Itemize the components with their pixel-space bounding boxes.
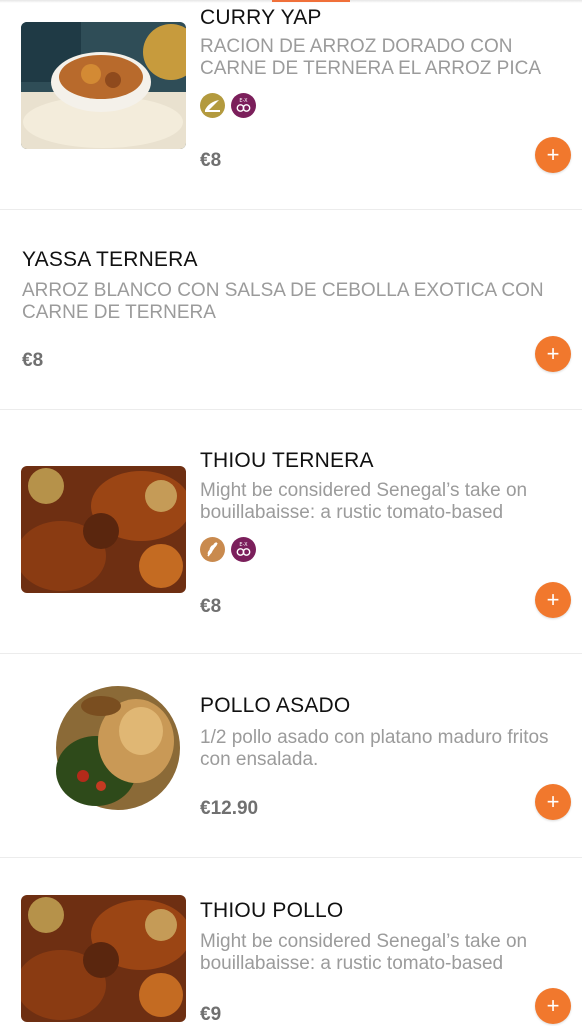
- dish-name: POLLO ASADO: [200, 694, 351, 717]
- add-to-cart-button[interactable]: +: [535, 336, 571, 372]
- dish-price: €9: [200, 1004, 222, 1025]
- menu-item[interactable]: THIOU POLLO Might be considered Senegal’…: [0, 858, 582, 1025]
- plus-icon: +: [546, 341, 560, 366]
- egg-allergen-icon: E-X: [231, 93, 256, 118]
- dish-price: €8: [22, 350, 44, 371]
- plus-icon: +: [546, 993, 560, 1018]
- dish-name: CURRY YAP: [200, 6, 322, 29]
- plus-icon: +: [546, 142, 560, 167]
- dish-image: [21, 466, 186, 593]
- dish-description: 1/2 pollo asado con platano maduro frito…: [200, 727, 549, 770]
- add-to-cart-button[interactable]: +: [535, 784, 571, 820]
- dish-description: Might be considered Senegal’s take on bo…: [200, 931, 528, 974]
- egg-allergen-icon: E-X: [231, 537, 256, 562]
- add-to-cart-button[interactable]: +: [535, 582, 571, 618]
- dish-name: THIOU POLLO: [200, 899, 344, 922]
- dish-price: €12.90: [200, 798, 259, 819]
- menu-item[interactable]: THIOU TERNERA Might be considered Senega…: [0, 410, 582, 653]
- dish-image: [21, 22, 186, 149]
- menu-item[interactable]: CURRY YAP RACION DE ARROZ DORADO CON CAR…: [0, 0, 582, 209]
- plus-icon: +: [546, 789, 560, 814]
- wheat-icon: [200, 537, 225, 562]
- dish-image: [21, 686, 186, 813]
- menu-item[interactable]: YASSA TERNERA ARROZ BLANCO CON SALSA DE …: [0, 210, 582, 409]
- dish-price: €8: [200, 150, 222, 171]
- dish-name: YASSA TERNERA: [22, 248, 198, 271]
- dish-name: THIOU TERNERA: [200, 449, 374, 472]
- add-to-cart-button[interactable]: +: [535, 988, 571, 1024]
- plus-icon: +: [546, 587, 560, 612]
- dish-image: [21, 895, 186, 1022]
- add-to-cart-button[interactable]: +: [535, 137, 571, 173]
- menu-item[interactable]: POLLO ASADO 1/2 pollo asado con platano …: [0, 654, 582, 857]
- dish-price: €8: [200, 596, 222, 617]
- dish-description: Might be considered Senegal’s take on bo…: [200, 480, 528, 523]
- allergen-badges: E-X: [200, 537, 256, 562]
- dish-description: RACION DE ARROZ DORADO CON CARNE DE TERN…: [200, 36, 542, 79]
- allergen-badges: E-X: [200, 93, 256, 118]
- egg-allergen-label: E-X: [239, 98, 248, 104]
- egg-allergen-label: E-X: [239, 542, 248, 548]
- gluten-icon: [200, 93, 225, 118]
- dish-description: ARROZ BLANCO CON SALSA DE CEBOLLA EXOTIC…: [22, 280, 544, 323]
